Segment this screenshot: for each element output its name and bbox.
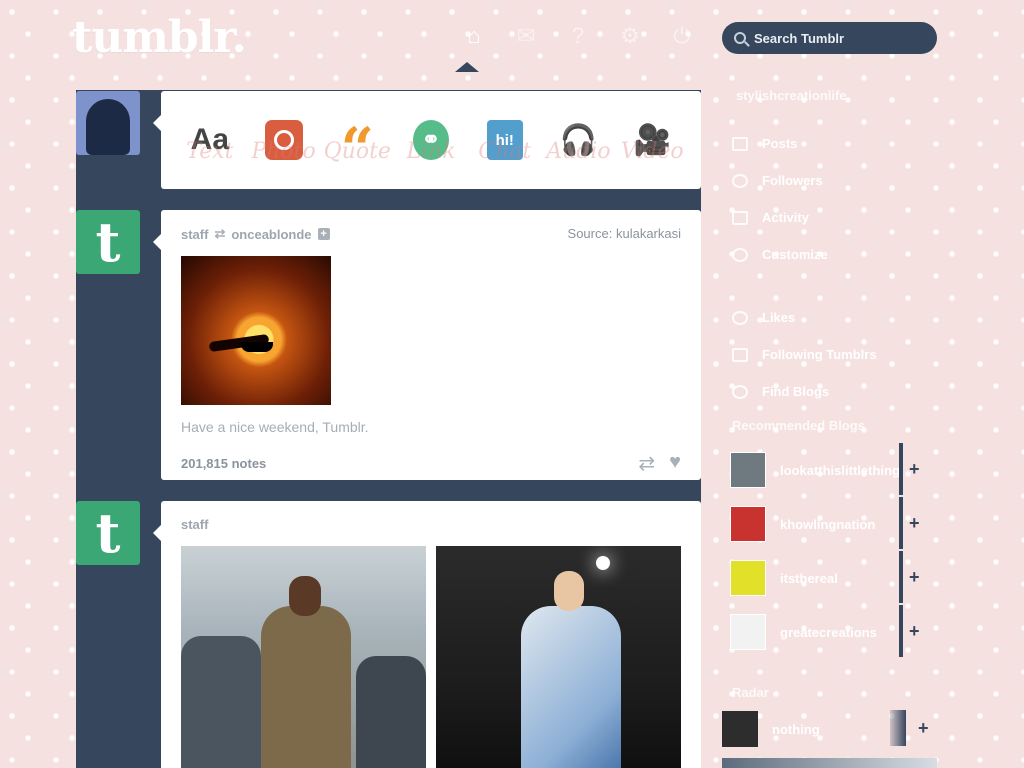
blog-name[interactable]: greatecreations xyxy=(780,625,910,640)
sidebar-item-likes[interactable]: Likes xyxy=(722,299,942,336)
sidebar-item-label: Customize xyxy=(762,247,828,262)
post-card: staff ⇄ onceablonde + Source: kulakarkas… xyxy=(153,210,701,480)
home-icon[interactable]: ⌂ xyxy=(448,20,500,52)
find-blogs-icon xyxy=(732,384,748,399)
posts-icon xyxy=(732,136,748,151)
blog-name[interactable]: nothing xyxy=(772,722,820,737)
search-icon xyxy=(734,32,746,44)
sidebar-item-activity[interactable]: Activity xyxy=(722,199,942,236)
sidebar-item-label: Posts xyxy=(762,136,798,151)
logout-icon[interactable]: ⏻ xyxy=(656,20,708,52)
reblog-icon: ⇄ xyxy=(214,226,226,241)
list-item[interactable]: khowlingnation + xyxy=(722,497,942,551)
list-item[interactable]: itsthereal + xyxy=(722,551,942,605)
post-author-link[interactable]: staff xyxy=(181,227,208,242)
follow-plus-icon[interactable]: + xyxy=(909,567,920,588)
follow-plus-icon[interactable]: + xyxy=(918,718,929,739)
blog-avatar xyxy=(722,711,758,747)
settings-icon[interactable]: ⚙ xyxy=(604,20,656,52)
sidebar-item-label: Activity xyxy=(762,210,809,225)
user-avatar[interactable] xyxy=(76,91,140,155)
post-type-bar: Aa Text Photo “ Quote ⚭ Link hi! Chat 🎧 … xyxy=(153,91,701,189)
photoset-image[interactable] xyxy=(436,546,681,768)
like-heart-icon[interactable]: ♥ xyxy=(669,451,681,476)
new-text-post-button[interactable]: Aa Text xyxy=(173,91,247,189)
post-type-label: Video xyxy=(620,139,684,164)
source-label: Source: xyxy=(567,226,613,241)
recommended-list: lookatthislittlething + khowlingnation +… xyxy=(722,443,942,659)
new-link-post-button[interactable]: ⚭ Link xyxy=(394,91,468,189)
sidebar-menu: Posts Followers Activity Customize Likes… xyxy=(722,125,942,410)
staff-avatar[interactable]: t xyxy=(76,210,140,274)
tumblr-logo[interactable]: tumblr. xyxy=(72,12,247,63)
sidebar: stylishcreationlife Posts Followers Acti… xyxy=(722,80,942,768)
blog-name[interactable]: itsthereal xyxy=(780,571,910,586)
followers-icon xyxy=(732,173,748,188)
post-header: staff xyxy=(181,517,681,532)
radar-preview[interactable] xyxy=(722,758,937,768)
post-type-label: Audio xyxy=(546,139,611,164)
inbox-icon[interactable]: ✉ xyxy=(500,20,552,52)
activity-icon xyxy=(732,210,748,225)
sidebar-item-followers[interactable]: Followers xyxy=(722,162,942,199)
sidebar-item-following[interactable]: Following Tumblrs xyxy=(722,336,942,373)
sidebar-item-customize[interactable]: Customize xyxy=(722,236,942,273)
post-footer: 201,815 notes ⇄ ♥ xyxy=(181,451,681,476)
new-chat-post-button[interactable]: hi! Chat xyxy=(468,91,542,189)
reblog-button-icon[interactable]: ⇄ xyxy=(638,451,655,476)
likes-icon xyxy=(732,310,748,325)
blog-name[interactable]: stylishcreationlife xyxy=(736,88,942,103)
follow-plus-icon[interactable]: + xyxy=(317,228,330,240)
blog-name[interactable]: lookatthislittlething xyxy=(780,463,910,478)
sidebar-item-label: Find Blogs xyxy=(762,384,830,399)
follow-plus-icon[interactable]: + xyxy=(909,513,920,534)
search-input[interactable] xyxy=(754,30,924,46)
post-caption: Have a nice weekend, Tumblr. xyxy=(181,419,369,435)
list-item[interactable]: greatecreations + xyxy=(722,605,942,659)
photoset xyxy=(181,546,681,768)
post-type-label: Link xyxy=(406,139,456,164)
new-video-post-button[interactable]: 🎥 Video xyxy=(615,91,689,189)
sidebar-separator xyxy=(722,273,942,299)
source-link[interactable]: kulakarkasi xyxy=(616,226,681,241)
blog-avatar xyxy=(730,452,766,488)
customize-icon xyxy=(732,247,748,262)
post-type-label: Quote xyxy=(323,139,391,164)
blog-avatar xyxy=(730,506,766,542)
notes-count[interactable]: 201,815 notes xyxy=(181,456,266,471)
follow-plus-icon[interactable]: + xyxy=(909,459,920,480)
post-photo[interactable] xyxy=(181,256,331,405)
post-header: staff ⇄ onceablonde + Source: kulakarkas… xyxy=(181,226,681,242)
new-quote-post-button[interactable]: “ Quote xyxy=(320,91,394,189)
post-type-label: Photo xyxy=(251,139,316,164)
post-author-link[interactable]: staff xyxy=(181,517,208,532)
post-card: staff xyxy=(153,501,701,768)
photoset-image[interactable] xyxy=(181,546,426,768)
staff-avatar[interactable]: t xyxy=(76,501,140,565)
sidebar-item-posts[interactable]: Posts xyxy=(722,125,942,162)
sidebar-item-label: Followers xyxy=(762,173,823,188)
reblogged-from-link[interactable]: onceablonde xyxy=(231,227,311,242)
search-bar[interactable] xyxy=(722,22,937,54)
sidebar-item-label: Likes xyxy=(762,310,796,325)
following-icon xyxy=(732,347,748,362)
list-item[interactable]: lookatthislittlething + xyxy=(722,443,942,497)
blog-avatar xyxy=(730,560,766,596)
new-audio-post-button[interactable]: 🎧 Audio xyxy=(542,91,616,189)
blog-name[interactable]: khowlingnation xyxy=(780,517,910,532)
sidebar-item-find-blogs[interactable]: Find Blogs xyxy=(722,373,942,410)
new-photo-post-button[interactable]: Photo xyxy=(247,91,321,189)
post-type-label: Chat xyxy=(478,139,532,164)
top-nav: ⌂ ✉ ? ⚙ ⏻ xyxy=(448,20,708,52)
blog-avatar xyxy=(730,614,766,650)
radar-item[interactable]: nothing + xyxy=(722,710,942,748)
help-icon[interactable]: ? xyxy=(552,20,604,52)
sidebar-item-label: Following Tumblrs xyxy=(762,347,877,362)
follow-plus-icon[interactable]: + xyxy=(909,621,920,642)
post-type-label: Text xyxy=(186,139,234,164)
nav-active-caret xyxy=(455,62,479,72)
radar-title: Radar xyxy=(732,685,769,700)
post-source: Source: kulakarkasi xyxy=(568,226,681,242)
recommended-title: Recommended Blogs xyxy=(732,418,865,433)
